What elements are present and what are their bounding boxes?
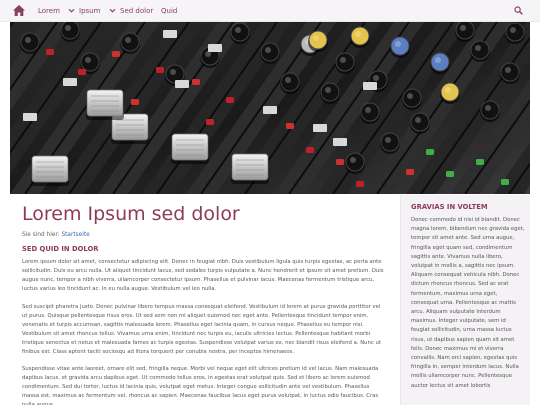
console-led bbox=[286, 123, 294, 129]
fader-cap bbox=[86, 89, 124, 117]
knob-highlight bbox=[435, 57, 441, 63]
console-label-plate bbox=[263, 106, 277, 114]
console-led bbox=[156, 67, 164, 73]
nav-item-label: Sed dolor bbox=[120, 7, 154, 15]
fader-cap bbox=[231, 153, 269, 181]
console-label-plate bbox=[175, 80, 189, 88]
knob-highlight bbox=[265, 47, 271, 53]
sidebar-text: Donec commodo id nisi id blandit. Donec … bbox=[411, 217, 525, 389]
paragraph: Sed suscipit pharetra justo. Donec pulvi… bbox=[22, 304, 381, 356]
nav-item-label: Quid bbox=[161, 7, 178, 15]
page-title: Lorem Ipsum sed dolor bbox=[22, 203, 240, 225]
nav-item-sed-dolor[interactable]: Sed dolor bbox=[120, 0, 153, 22]
knob-highlight bbox=[395, 41, 401, 47]
console-label-plate bbox=[163, 30, 177, 38]
knob-highlight bbox=[485, 105, 491, 111]
knob-highlight bbox=[445, 87, 451, 93]
console-led bbox=[336, 159, 344, 165]
console-label-plate bbox=[313, 124, 327, 132]
console-led bbox=[356, 181, 364, 187]
console-led bbox=[206, 119, 214, 125]
knob-highlight bbox=[25, 37, 31, 43]
console-led bbox=[192, 79, 200, 85]
knob bbox=[455, 22, 475, 40]
knob-highlight bbox=[510, 27, 516, 33]
console-led bbox=[501, 179, 509, 185]
paragraph: Lorem ipsum dolor sit amet, consectetur … bbox=[22, 259, 384, 293]
console-led bbox=[446, 171, 454, 177]
nav-item-label: Lorem bbox=[38, 7, 60, 15]
knob-highlight bbox=[415, 117, 421, 123]
console-led bbox=[426, 149, 434, 155]
knob-highlight bbox=[373, 75, 379, 81]
console-label-plate bbox=[363, 82, 377, 90]
sidebar-title: GRAVIAS IN VOLTEM bbox=[411, 203, 488, 211]
console-led bbox=[78, 69, 86, 75]
knob-highlight bbox=[65, 25, 71, 31]
hero-image bbox=[10, 22, 530, 194]
chevron-down-icon bbox=[109, 8, 116, 13]
nav-item-ipsum[interactable]: Ipsum bbox=[79, 0, 116, 22]
knob-highlight bbox=[325, 87, 331, 93]
knob-highlight bbox=[385, 137, 391, 143]
fader-cap bbox=[31, 155, 69, 183]
knob-highlight bbox=[407, 93, 413, 99]
nav-item-lorem[interactable]: Lorem bbox=[38, 0, 75, 22]
section-heading: SED QUID IN DOLOR bbox=[22, 245, 99, 253]
breadcrumb: Sie sind hier: Startseite bbox=[22, 232, 90, 238]
console-label-plate bbox=[23, 113, 37, 121]
knob-highlight bbox=[475, 45, 481, 51]
search-icon[interactable] bbox=[514, 6, 523, 15]
console-label-plate bbox=[208, 44, 222, 52]
knob-highlight bbox=[235, 27, 241, 33]
sidebar: GRAVIAS IN VOLTEM Donec commodo id nisi … bbox=[400, 195, 530, 405]
nav-item-quid[interactable]: Quid bbox=[161, 0, 177, 22]
console-led bbox=[476, 159, 484, 165]
knob-highlight bbox=[350, 157, 356, 163]
knob-highlight bbox=[505, 67, 511, 73]
breadcrumb-link-startseite[interactable]: Startseite bbox=[61, 232, 89, 238]
console-led bbox=[306, 147, 314, 153]
knob-highlight bbox=[85, 57, 91, 63]
fader-cap bbox=[171, 133, 209, 161]
knob-highlight bbox=[170, 69, 176, 75]
knob-highlight bbox=[365, 107, 371, 113]
console-label-plate bbox=[63, 78, 77, 86]
knob-highlight bbox=[285, 77, 291, 83]
knob-highlight bbox=[125, 37, 131, 43]
top-navbar: Lorem Ipsum Sed dolor Quid bbox=[0, 0, 540, 22]
console-led bbox=[226, 97, 234, 103]
knob-highlight bbox=[460, 25, 466, 31]
console-led bbox=[46, 49, 54, 55]
home-icon[interactable] bbox=[13, 5, 25, 16]
knob bbox=[60, 22, 80, 40]
knob-highlight bbox=[313, 35, 319, 41]
console-led bbox=[112, 51, 120, 57]
console-label-plate bbox=[333, 138, 347, 146]
paragraph: Suspendisse vitae ante laoreet, ornare e… bbox=[22, 366, 379, 405]
knob-highlight bbox=[340, 57, 346, 63]
chevron-down-icon bbox=[68, 8, 75, 13]
console-led bbox=[406, 169, 414, 175]
breadcrumb-prefix: Sie sind hier: bbox=[22, 232, 62, 238]
console-led bbox=[131, 99, 139, 105]
nav-item-label: Ipsum bbox=[79, 7, 101, 15]
knob-highlight bbox=[355, 31, 361, 37]
